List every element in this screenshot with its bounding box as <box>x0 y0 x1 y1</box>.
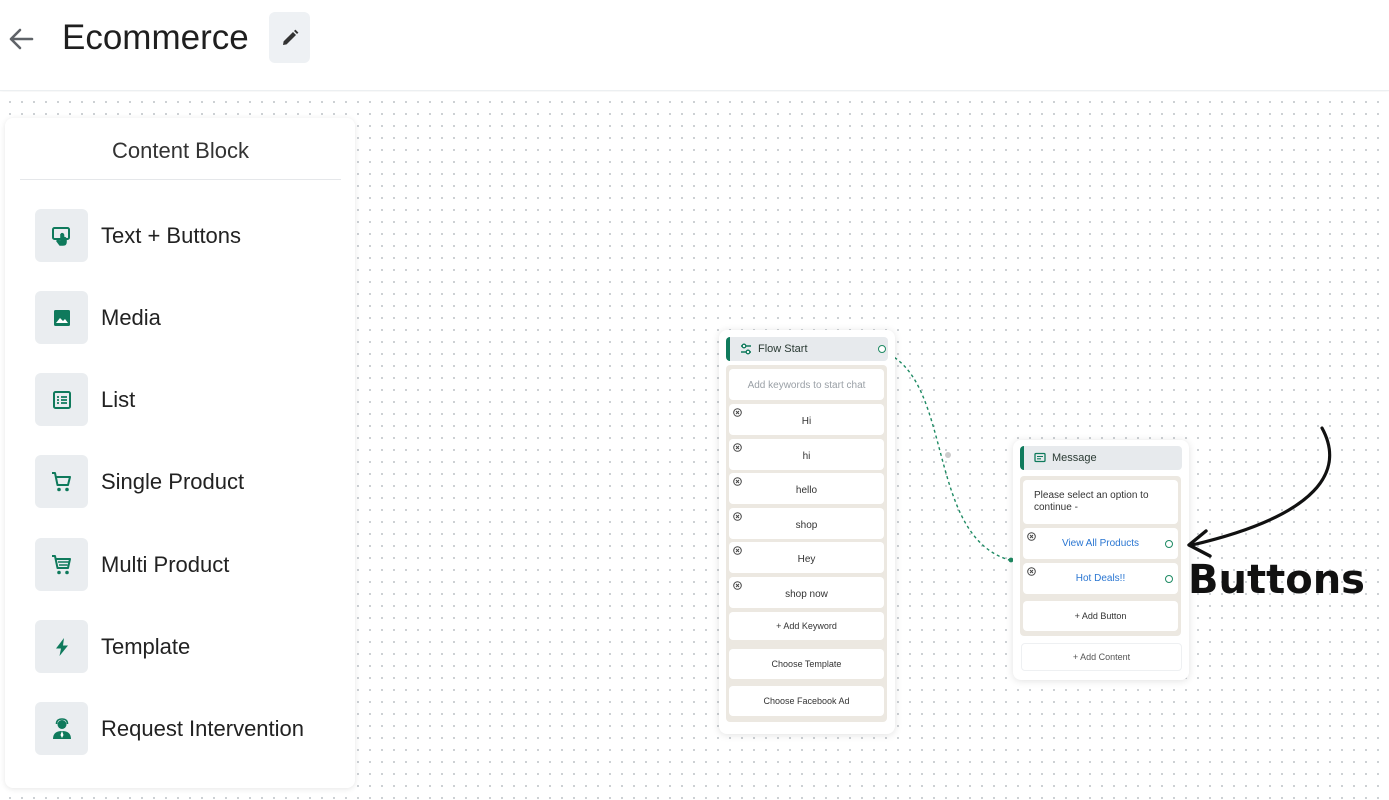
annotation-label: Buttons <box>1188 557 1365 603</box>
annotation-arrow <box>1187 426 1332 558</box>
